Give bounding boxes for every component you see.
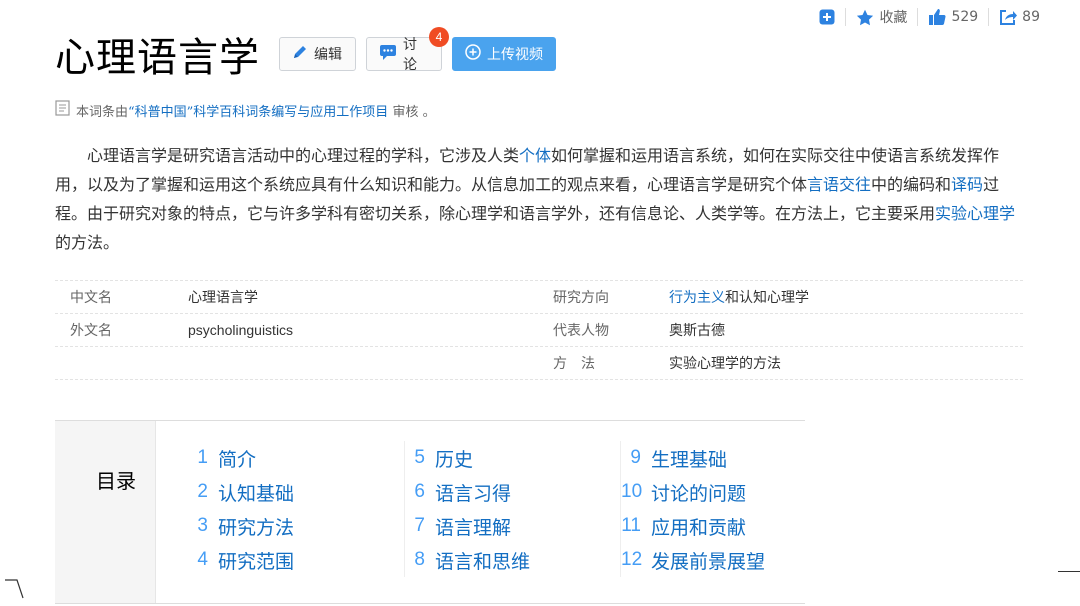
page-title: 心理语言学 — [55, 35, 260, 81]
link-decoding[interactable]: 译码 — [951, 175, 983, 194]
info-key: 研究方向 — [553, 290, 609, 306]
link-individual[interactable]: 个体 — [519, 146, 551, 165]
audit-org-link[interactable]: “科普中国”科学百科词条编写与应用工作项目 — [128, 105, 388, 120]
toc-item-number: 8 — [414, 549, 425, 570]
toc-column: 1 简介 2 认知基础 3 研究方法 4 研究范围 — [188, 441, 404, 577]
toc-item[interactable]: 10 讨论的问题 — [621, 475, 837, 509]
toc-item[interactable]: 5 历史 — [405, 441, 621, 475]
toc-column: 5 历史 6 语言习得 7 语言理解 8 语言和思维 — [404, 441, 621, 577]
summary-paragraph: 心理语言学是研究语言活动中的心理过程的学科，它涉及人类个体如何掌握和运用语言系统… — [55, 141, 1030, 257]
summary-text: 心理语言学是研究语言活动中的心理过程的学科，它涉及人类 — [87, 146, 520, 165]
toc-item[interactable]: 4 研究范围 — [188, 543, 404, 577]
toc-item-label: 研究范围 — [218, 550, 295, 573]
info-key: 外文名 — [70, 323, 112, 339]
toc-item-number: 3 — [197, 515, 208, 536]
summary-text: 的方法。 — [55, 233, 120, 252]
upload-label: 上传视频 — [487, 47, 543, 63]
toc-item-number: 5 — [414, 447, 425, 468]
info-key: 方 法 — [553, 356, 595, 372]
toc-item[interactable]: 12 发展前景展望 — [621, 543, 837, 577]
share-icon — [999, 9, 1018, 26]
toc-item-number: 7 — [414, 515, 425, 536]
info-key: 代表人物 — [553, 323, 609, 339]
corner-mark — [1058, 571, 1080, 572]
toc-item-label: 认知基础 — [218, 482, 295, 505]
like-count: 529 — [951, 9, 979, 25]
toc-item-number: 9 — [630, 447, 641, 468]
toc-column: 9 生理基础 10 讨论的问题 11 应用和贡献 12 发展前景展望 — [620, 441, 837, 577]
chat-bubble-icon — [379, 44, 397, 64]
toc-item-number: 1 — [197, 447, 208, 468]
info-value: 行为主义和认知心理学 — [669, 287, 809, 307]
info-value: psycholinguistics — [188, 322, 294, 338]
link-verbal-communication[interactable]: 言语交往 — [807, 175, 871, 194]
thumbs-up-icon — [928, 8, 946, 26]
share-count: 89 — [1022, 9, 1040, 25]
toc-item[interactable]: 1 简介 — [188, 441, 404, 475]
document-icon — [55, 100, 70, 120]
share-button[interactable]: 89 — [989, 9, 1050, 26]
like-button[interactable]: 529 — [918, 8, 988, 26]
info-value: 奥斯古德 — [669, 323, 725, 339]
toc-item[interactable]: 11 应用和贡献 — [621, 509, 837, 543]
pencil-icon — [292, 44, 308, 64]
toc-item[interactable]: 8 语言和思维 — [405, 543, 621, 577]
toc-item[interactable]: 9 生理基础 — [621, 441, 837, 475]
top-toolbar: 收藏 529 89 — [809, 6, 1050, 28]
summary-text: 中的编码和 — [871, 175, 952, 194]
edit-button[interactable]: 编辑 — [279, 37, 356, 71]
toc-item-label: 语言和思维 — [435, 550, 531, 573]
link-behaviorism[interactable]: 行为主义 — [669, 290, 725, 306]
toc-item[interactable]: 2 认知基础 — [188, 475, 404, 509]
plus-square-icon — [819, 9, 835, 25]
toc-item-number: 4 — [197, 549, 208, 570]
info-value-rest: 和认知心理学 — [725, 290, 809, 306]
info-row: 中文名 心理语言学 研究方向 行为主义和认知心理学 — [55, 280, 1023, 314]
edit-label: 编辑 — [314, 47, 342, 63]
toc-item-number: 6 — [414, 481, 425, 502]
favorite-label: 收藏 — [879, 10, 908, 26]
toc-item-label: 历史 — [435, 448, 474, 471]
toc-item-number: 11 — [621, 515, 641, 536]
corner-mark — [4, 578, 26, 606]
upload-video-button[interactable]: 上传视频 — [452, 37, 556, 71]
toc-item[interactable]: 3 研究方法 — [188, 509, 404, 543]
basic-info-table: 中文名 心理语言学 研究方向 行为主义和认知心理学 外文名 psycholing… — [55, 280, 1023, 380]
discussion-count-badge: 4 — [429, 27, 449, 47]
audit-prefix: 本词条由 — [76, 104, 129, 120]
info-key: 中文名 — [70, 290, 112, 306]
toc-item-label: 语言习得 — [435, 482, 512, 505]
toc-item[interactable]: 7 语言理解 — [405, 509, 621, 543]
toc-item-label: 发展前景展望 — [651, 550, 766, 573]
discuss-label: 讨论 — [403, 37, 417, 73]
info-row: 方 法 实验心理学的方法 — [55, 347, 1023, 380]
toc-item-label: 简介 — [218, 448, 257, 471]
table-of-contents: 目录 1 简介 2 认知基础 3 研究方法 4 研究范围 5 历史 6 语言习得 7 语言理解… — [55, 420, 805, 604]
toc-item-label: 语言理解 — [435, 516, 512, 539]
audit-suffix: 审核 。 — [388, 104, 436, 120]
info-row: 外文名 psycholinguistics 代表人物 奥斯古德 — [55, 314, 1023, 347]
info-value: 心理语言学 — [188, 290, 258, 306]
toc-item-number: 2 — [197, 481, 208, 502]
info-value: 实验心理学的方法 — [669, 356, 781, 372]
toc-item-label: 生理基础 — [651, 448, 728, 471]
plus-circle-icon — [465, 44, 481, 64]
toc-heading-panel: 目录 — [55, 421, 156, 603]
toc-item-number: 10 — [621, 481, 643, 502]
toc-item-label: 研究方法 — [218, 516, 295, 539]
toc-heading: 目录 — [96, 469, 136, 493]
toc-item-label: 讨论的问题 — [651, 482, 747, 505]
star-icon — [856, 9, 874, 26]
link-experimental-psychology[interactable]: 实验心理学 — [935, 204, 1015, 223]
favorite-button[interactable]: 收藏 — [846, 7, 917, 27]
toc-item-number: 12 — [621, 549, 643, 570]
audit-notice: 本词条由“科普中国”科学百科词条编写与应用工作项目 审核 。 — [55, 100, 436, 120]
toc-item-label: 应用和贡献 — [651, 516, 747, 539]
add-button[interactable] — [809, 9, 845, 25]
toc-item[interactable]: 6 语言习得 — [405, 475, 621, 509]
